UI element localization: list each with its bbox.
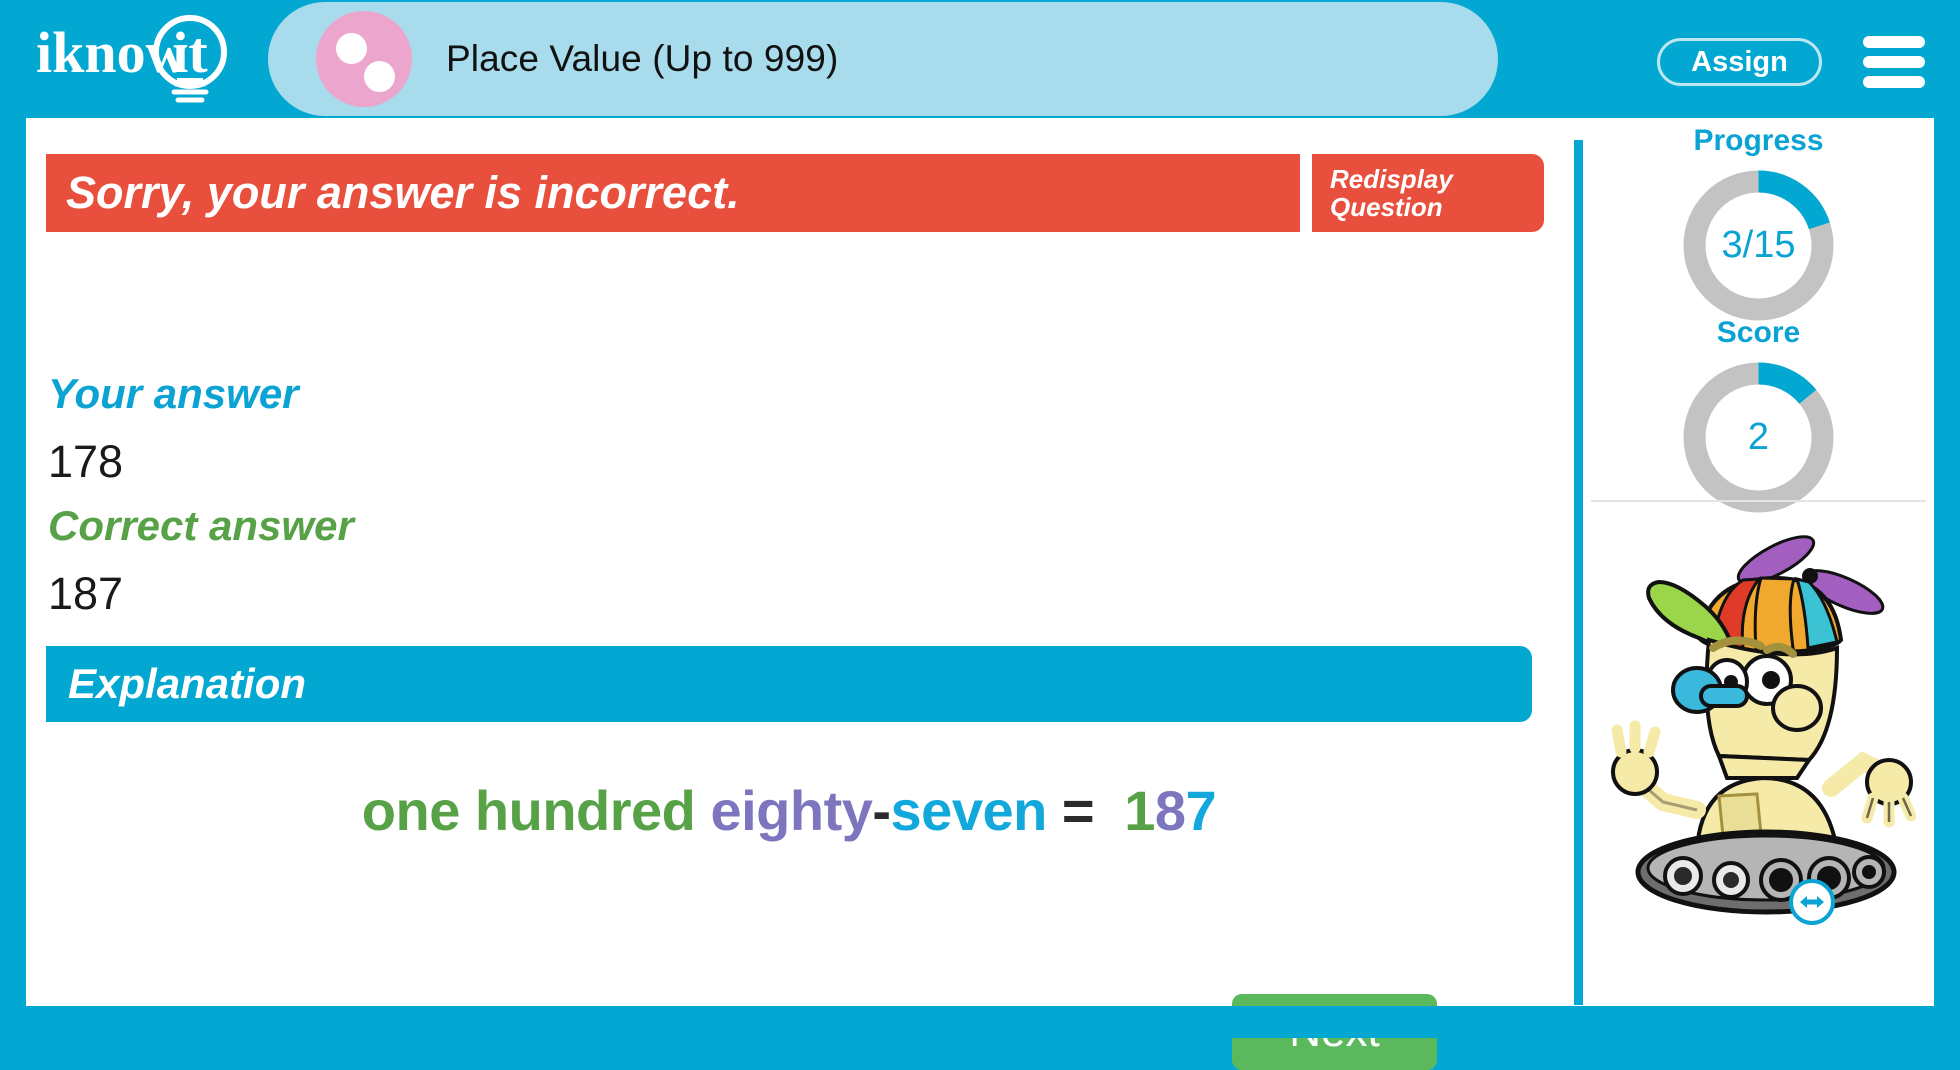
mascot-area <box>1583 510 1934 990</box>
equation-space <box>695 779 710 842</box>
resize-arrows-svg <box>1789 879 1835 925</box>
explanation-header: Explanation <box>46 646 1532 722</box>
bottom-bar <box>0 1006 1960 1038</box>
equation-part-0: one hundred <box>361 778 696 842</box>
explanation-equation: one hundred eighty-seven = 187 <box>361 778 1217 843</box>
equation-part-1: eighty <box>710 778 873 842</box>
equation-part-3: seven <box>890 778 1048 842</box>
your-answer-value: 178 <box>48 436 124 487</box>
sidebar-divider <box>1591 500 1926 502</box>
lesson-title-pill: Place Value (Up to 999) <box>268 2 1498 116</box>
equation-part-5: 1 <box>1124 778 1155 842</box>
redisplay-line-1: Redisplay <box>1330 163 1453 194</box>
svg-text:iknow: iknow <box>36 20 188 85</box>
iknowit-logo[interactable]: iknow it <box>22 10 252 110</box>
incorrect-banner-text: Sorry, your answer is incorrect. <box>66 167 740 218</box>
sidebar: Progress 3/15 Score 2 <box>1583 118 1934 1006</box>
progress-value: 3/15 <box>1721 224 1796 266</box>
progress-title: Progress <box>1693 124 1824 157</box>
score-ring: 2 <box>1677 356 1840 519</box>
panel-divider <box>1574 140 1583 1005</box>
robot-treads <box>1635 829 1897 915</box>
lesson-title: Place Value (Up to 999) <box>446 38 839 79</box>
content-card: Sorry, your answer is incorrect. Redispl… <box>26 118 1934 1070</box>
progress-meter: Progress 3/15 <box>1583 124 1934 327</box>
equation-space <box>1047 779 1062 842</box>
progress-ring: 3/15 <box>1677 164 1840 327</box>
main-panel: Sorry, your answer is incorrect. Redispl… <box>26 118 1550 1070</box>
pink-dots-icon <box>316 11 412 107</box>
top-bar: iknow it Place Value (Up to 999) Assign <box>0 0 1960 118</box>
logo-svg: iknow it <box>36 15 227 103</box>
result-row: Sorry, your answer is incorrect. Redispl… <box>46 154 1544 232</box>
svg-text:it: it <box>172 20 208 85</box>
correct-answer-label: Correct answer <box>48 502 354 549</box>
correct-answer-value: 187 <box>48 568 124 619</box>
equation-space <box>1094 779 1124 842</box>
robot-head <box>1671 636 1840 780</box>
your-answer-label: Your answer <box>48 370 299 417</box>
hamburger-icon[interactable] <box>1863 36 1925 88</box>
assign-button-label: Assign <box>1691 45 1788 78</box>
explanation-header-text: Explanation <box>68 660 307 707</box>
score-value: 2 <box>1747 416 1770 458</box>
assign-button[interactable]: Assign <box>1657 38 1822 86</box>
score-title: Score <box>1716 316 1801 349</box>
equation-part-6: 8 <box>1154 778 1186 842</box>
left-right-arrows-icon[interactable] <box>1788 878 1836 926</box>
equation-part-7: 7 <box>1185 778 1217 842</box>
robot-mascot <box>1611 535 1916 915</box>
redisplay-line-2: Question <box>1330 192 1443 222</box>
incorrect-banner: Sorry, your answer is incorrect. <box>46 154 1300 232</box>
explanation-body: one hundred eighty-seven = 187 <box>46 750 1532 870</box>
equation-part-4: = <box>1061 778 1095 842</box>
equation-part-2: - <box>872 778 891 842</box>
redisplay-question-button[interactable]: Redisplay Question <box>1312 154 1544 232</box>
score-meter: Score 2 <box>1583 316 1934 519</box>
